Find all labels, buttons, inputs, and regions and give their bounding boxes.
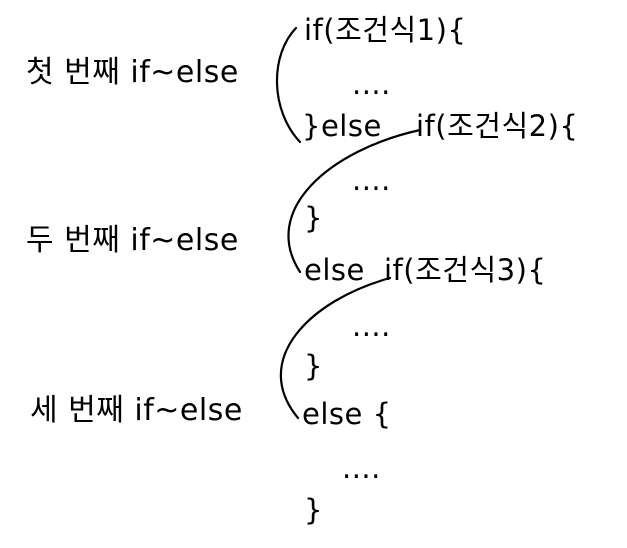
else-part-2: else bbox=[304, 253, 365, 287]
third-if-else-label: 세 번째 if~else bbox=[30, 393, 243, 428]
close-brace-2: } bbox=[304, 201, 323, 235]
else-part-3: else { bbox=[302, 397, 392, 431]
first-bracket bbox=[275, 26, 302, 144]
first-if-else-label: 첫 번째 if~else bbox=[26, 55, 239, 90]
second-if-else-label: 두 번째 if~else bbox=[26, 223, 239, 258]
close-brace-3: } bbox=[304, 349, 323, 383]
body-dots-3: .... bbox=[352, 309, 391, 343]
if-condition-3: if(조건식3){ bbox=[384, 253, 547, 287]
if-condition-2: if(조건식2){ bbox=[416, 109, 579, 143]
if-condition-1: if(조건식1){ bbox=[304, 13, 467, 47]
body-dots-1: .... bbox=[352, 67, 391, 101]
else-part-1: }else bbox=[302, 109, 382, 143]
body-dots-4: .... bbox=[342, 451, 381, 485]
close-brace-4: } bbox=[304, 493, 323, 527]
body-dots-2: .... bbox=[352, 163, 391, 197]
